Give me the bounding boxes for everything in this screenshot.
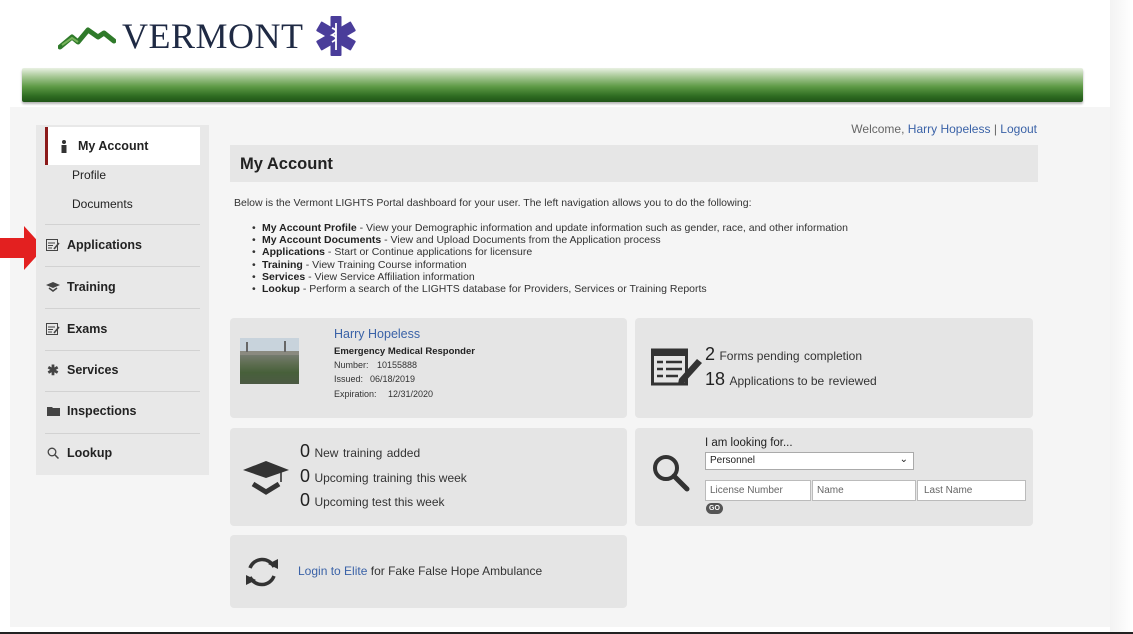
sync-icon — [246, 557, 278, 587]
graduation-cap-icon — [243, 461, 289, 495]
right-shade — [1110, 0, 1133, 634]
name-input[interactable]: Name — [812, 480, 916, 501]
form-icon — [45, 323, 61, 335]
sidebar-item-inspections[interactable]: Inspections — [45, 402, 200, 420]
divider — [45, 266, 200, 267]
license-issued: Issued: 06/18/2019 — [334, 374, 416, 384]
login-to-elite-link[interactable]: Login to Elite — [298, 564, 367, 578]
form-edit-icon — [651, 348, 702, 386]
list-item: My Account Profile - View your Demograph… — [252, 222, 848, 234]
upcoming-training: 0 Upcoming training this week — [300, 466, 467, 486]
sidebar-nav: My Account Profile Documents Application… — [36, 125, 209, 475]
sidebar-item-profile[interactable]: Profile — [72, 168, 106, 182]
mountain-logo-icon — [58, 27, 116, 50]
vermont-wordmark: VERMONT — [122, 16, 304, 56]
sidebar-item-label: Applications — [67, 238, 143, 252]
sidebar-item-exams[interactable]: Exams — [45, 320, 200, 338]
list-item: Services - View Service Affiliation info… — [252, 271, 848, 283]
sidebar-item-my-account[interactable]: My Account — [45, 127, 200, 165]
sidebar-item-label: Training — [67, 280, 116, 294]
user-link[interactable]: Harry Hopeless — [908, 122, 991, 136]
new-training: 0 New training added — [300, 441, 421, 461]
elite-card: Login to Elite for Fake False Hope Ambul… — [230, 535, 627, 608]
profile-name-link[interactable]: Harry Hopeless — [334, 327, 420, 341]
search-icon — [653, 455, 690, 492]
elite-login: Login to Elite for Fake False Hope Ambul… — [298, 564, 543, 578]
sidebar-item-lookup[interactable]: Lookup — [45, 444, 200, 462]
divider — [45, 350, 200, 351]
forms-card: 2 Forms pending completion 18 Applicatio… — [635, 318, 1033, 418]
applications-to-review: 18 Applications to be reviewed — [705, 369, 877, 389]
list-item: Training - View Training Course informat… — [252, 259, 848, 271]
page-title-bar: My Account — [230, 145, 1038, 182]
feature-list: My Account Profile - View your Demograph… — [252, 222, 848, 295]
page-title: My Account — [240, 155, 333, 173]
sidebar-item-label: Inspections — [67, 404, 137, 418]
training-link[interactable]: training — [343, 446, 382, 460]
upcoming-tests: 0 Upcoming test this week — [300, 490, 445, 510]
last-name-input[interactable]: Last Name — [917, 480, 1026, 501]
folder-icon — [45, 406, 61, 416]
sidebar-item-label: Lookup — [67, 446, 113, 460]
profile-card: Harry Hopeless Emergency Medical Respond… — [230, 318, 627, 418]
sidebar-item-label: My Account — [78, 139, 149, 153]
sidebar-item-applications[interactable]: Applications — [45, 236, 200, 254]
form-icon — [45, 239, 61, 251]
logout-link[interactable]: Logout — [1000, 122, 1037, 136]
sidebar-item-label: Exams — [67, 322, 108, 336]
reviewed-link[interactable]: reviewed — [829, 374, 877, 388]
person-icon — [56, 139, 72, 153]
list-item: My Account Documents - View and Upload D… — [252, 234, 848, 246]
completion-link[interactable]: completion — [804, 349, 862, 363]
search-icon — [45, 447, 61, 459]
vermont-logo: VERMONT — [58, 8, 358, 64]
license-number: Number: 10155888 — [334, 360, 418, 370]
divider — [45, 433, 200, 434]
divider — [45, 308, 200, 309]
graduation-cap-icon — [45, 281, 61, 293]
sidebar-item-label: Services — [67, 363, 119, 377]
divider — [45, 391, 200, 392]
sidebar-item-training[interactable]: Training — [45, 278, 200, 296]
sidebar-item-services[interactable]: ✱ Services — [45, 361, 200, 379]
welcome-text: Welcome, — [851, 122, 905, 136]
lookup-type-select[interactable]: Personnel ⌄ — [705, 452, 914, 470]
list-item: Applications - Start or Continue applica… — [252, 246, 848, 258]
lookup-card: I am looking for... Personnel ⌄ License … — [635, 428, 1033, 526]
license-level: Emergency Medical Responder — [334, 346, 475, 357]
training-card: 0 New training added 0 Upcoming training… — [230, 428, 627, 526]
header-green-bar — [22, 68, 1083, 102]
asterisk-icon: ✱ — [47, 361, 59, 378]
go-button[interactable]: GO — [706, 503, 723, 514]
divider — [45, 224, 200, 225]
training-link[interactable]: training — [373, 471, 412, 485]
license-number-input[interactable]: License Number — [705, 480, 811, 501]
list-item: Lookup - Perform a search of the LIGHTS … — [252, 283, 848, 295]
license-expiration: Expiration: 12/31/2020 — [334, 389, 434, 399]
lookup-heading: I am looking for... — [705, 437, 793, 449]
chevron-down-icon: ⌄ — [899, 454, 908, 465]
separator: | — [993, 122, 997, 136]
star-of-life-icon — [315, 16, 356, 56]
profile-photo — [240, 338, 299, 384]
intro-text: Below is the Vermont LIGHTS Portal dashb… — [234, 197, 752, 209]
forms-pending: 2 Forms pending completion — [705, 344, 862, 364]
sidebar-item-documents[interactable]: Documents — [72, 197, 133, 211]
welcome-bar: Welcome, Harry Hopeless | Logout — [851, 122, 1037, 136]
